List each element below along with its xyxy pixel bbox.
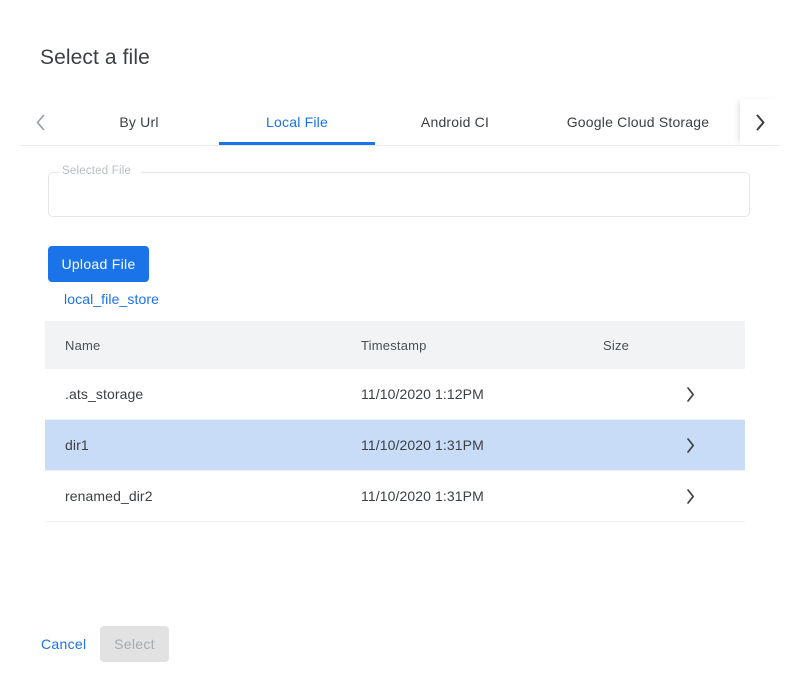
tab-label: By Url bbox=[119, 114, 158, 130]
row-open-button[interactable] bbox=[681, 369, 699, 419]
cell-name: .ats_storage bbox=[65, 369, 143, 419]
upload-file-button[interactable]: Upload File bbox=[48, 246, 149, 282]
select-file-dialog: Select a file By Url Local File Android … bbox=[0, 0, 800, 686]
chevron-right-icon bbox=[754, 113, 767, 132]
cell-name: dir1 bbox=[65, 420, 89, 470]
tab-label: Local File bbox=[266, 114, 328, 130]
tab-label: Google Cloud Storage bbox=[567, 114, 710, 130]
cell-name: renamed_dir2 bbox=[65, 471, 153, 521]
tab-google-cloud-storage[interactable]: Google Cloud Storage bbox=[534, 99, 740, 145]
tab-label: Android CI bbox=[421, 114, 489, 130]
column-header-timestamp: Timestamp bbox=[361, 321, 427, 369]
tabs-scroll-right-button[interactable] bbox=[740, 99, 780, 145]
table-header-row: Name Timestamp Size bbox=[45, 321, 745, 369]
cancel-button[interactable]: Cancel bbox=[32, 626, 95, 662]
table-row[interactable]: .ats_storage 11/10/2020 1:12PM bbox=[45, 369, 745, 420]
table-row[interactable]: renamed_dir2 11/10/2020 1:31PM bbox=[45, 471, 745, 522]
tabs-scroll-left-button[interactable] bbox=[20, 99, 60, 145]
column-header-size: Size bbox=[603, 321, 629, 369]
row-open-button[interactable] bbox=[681, 471, 699, 521]
cell-timestamp: 11/10/2020 1:31PM bbox=[361, 471, 484, 521]
tab-android-ci[interactable]: Android CI bbox=[376, 99, 534, 145]
cell-timestamp: 11/10/2020 1:12PM bbox=[361, 369, 484, 419]
row-open-button[interactable] bbox=[681, 420, 699, 470]
tab-local-file[interactable]: Local File bbox=[218, 99, 376, 145]
chevron-right-icon bbox=[685, 386, 696, 403]
selected-file-input[interactable] bbox=[61, 180, 737, 208]
chevron-right-icon bbox=[685, 437, 696, 454]
select-button[interactable]: Select bbox=[100, 626, 169, 662]
tab-bar: By Url Local File Android CI Google Clou… bbox=[20, 99, 780, 146]
page-title: Select a file bbox=[40, 44, 150, 72]
chevron-left-icon bbox=[34, 113, 47, 132]
cell-timestamp: 11/10/2020 1:31PM bbox=[361, 420, 484, 470]
column-header-name: Name bbox=[65, 321, 100, 369]
tab-bar-divider bbox=[20, 145, 780, 146]
chevron-right-icon bbox=[685, 488, 696, 505]
table-row[interactable]: dir1 11/10/2020 1:31PM bbox=[45, 420, 745, 471]
file-table: Name Timestamp Size .ats_storage 11/10/2… bbox=[45, 321, 745, 522]
tab-by-url[interactable]: By Url bbox=[60, 99, 218, 145]
breadcrumb[interactable]: local_file_store bbox=[64, 291, 159, 307]
tab-strip: By Url Local File Android CI Google Clou… bbox=[60, 99, 740, 145]
selected-file-label: Selected File bbox=[62, 164, 131, 178]
selected-file-field[interactable]: Selected File bbox=[48, 172, 750, 217]
dialog-footer: Cancel Select bbox=[0, 626, 800, 666]
